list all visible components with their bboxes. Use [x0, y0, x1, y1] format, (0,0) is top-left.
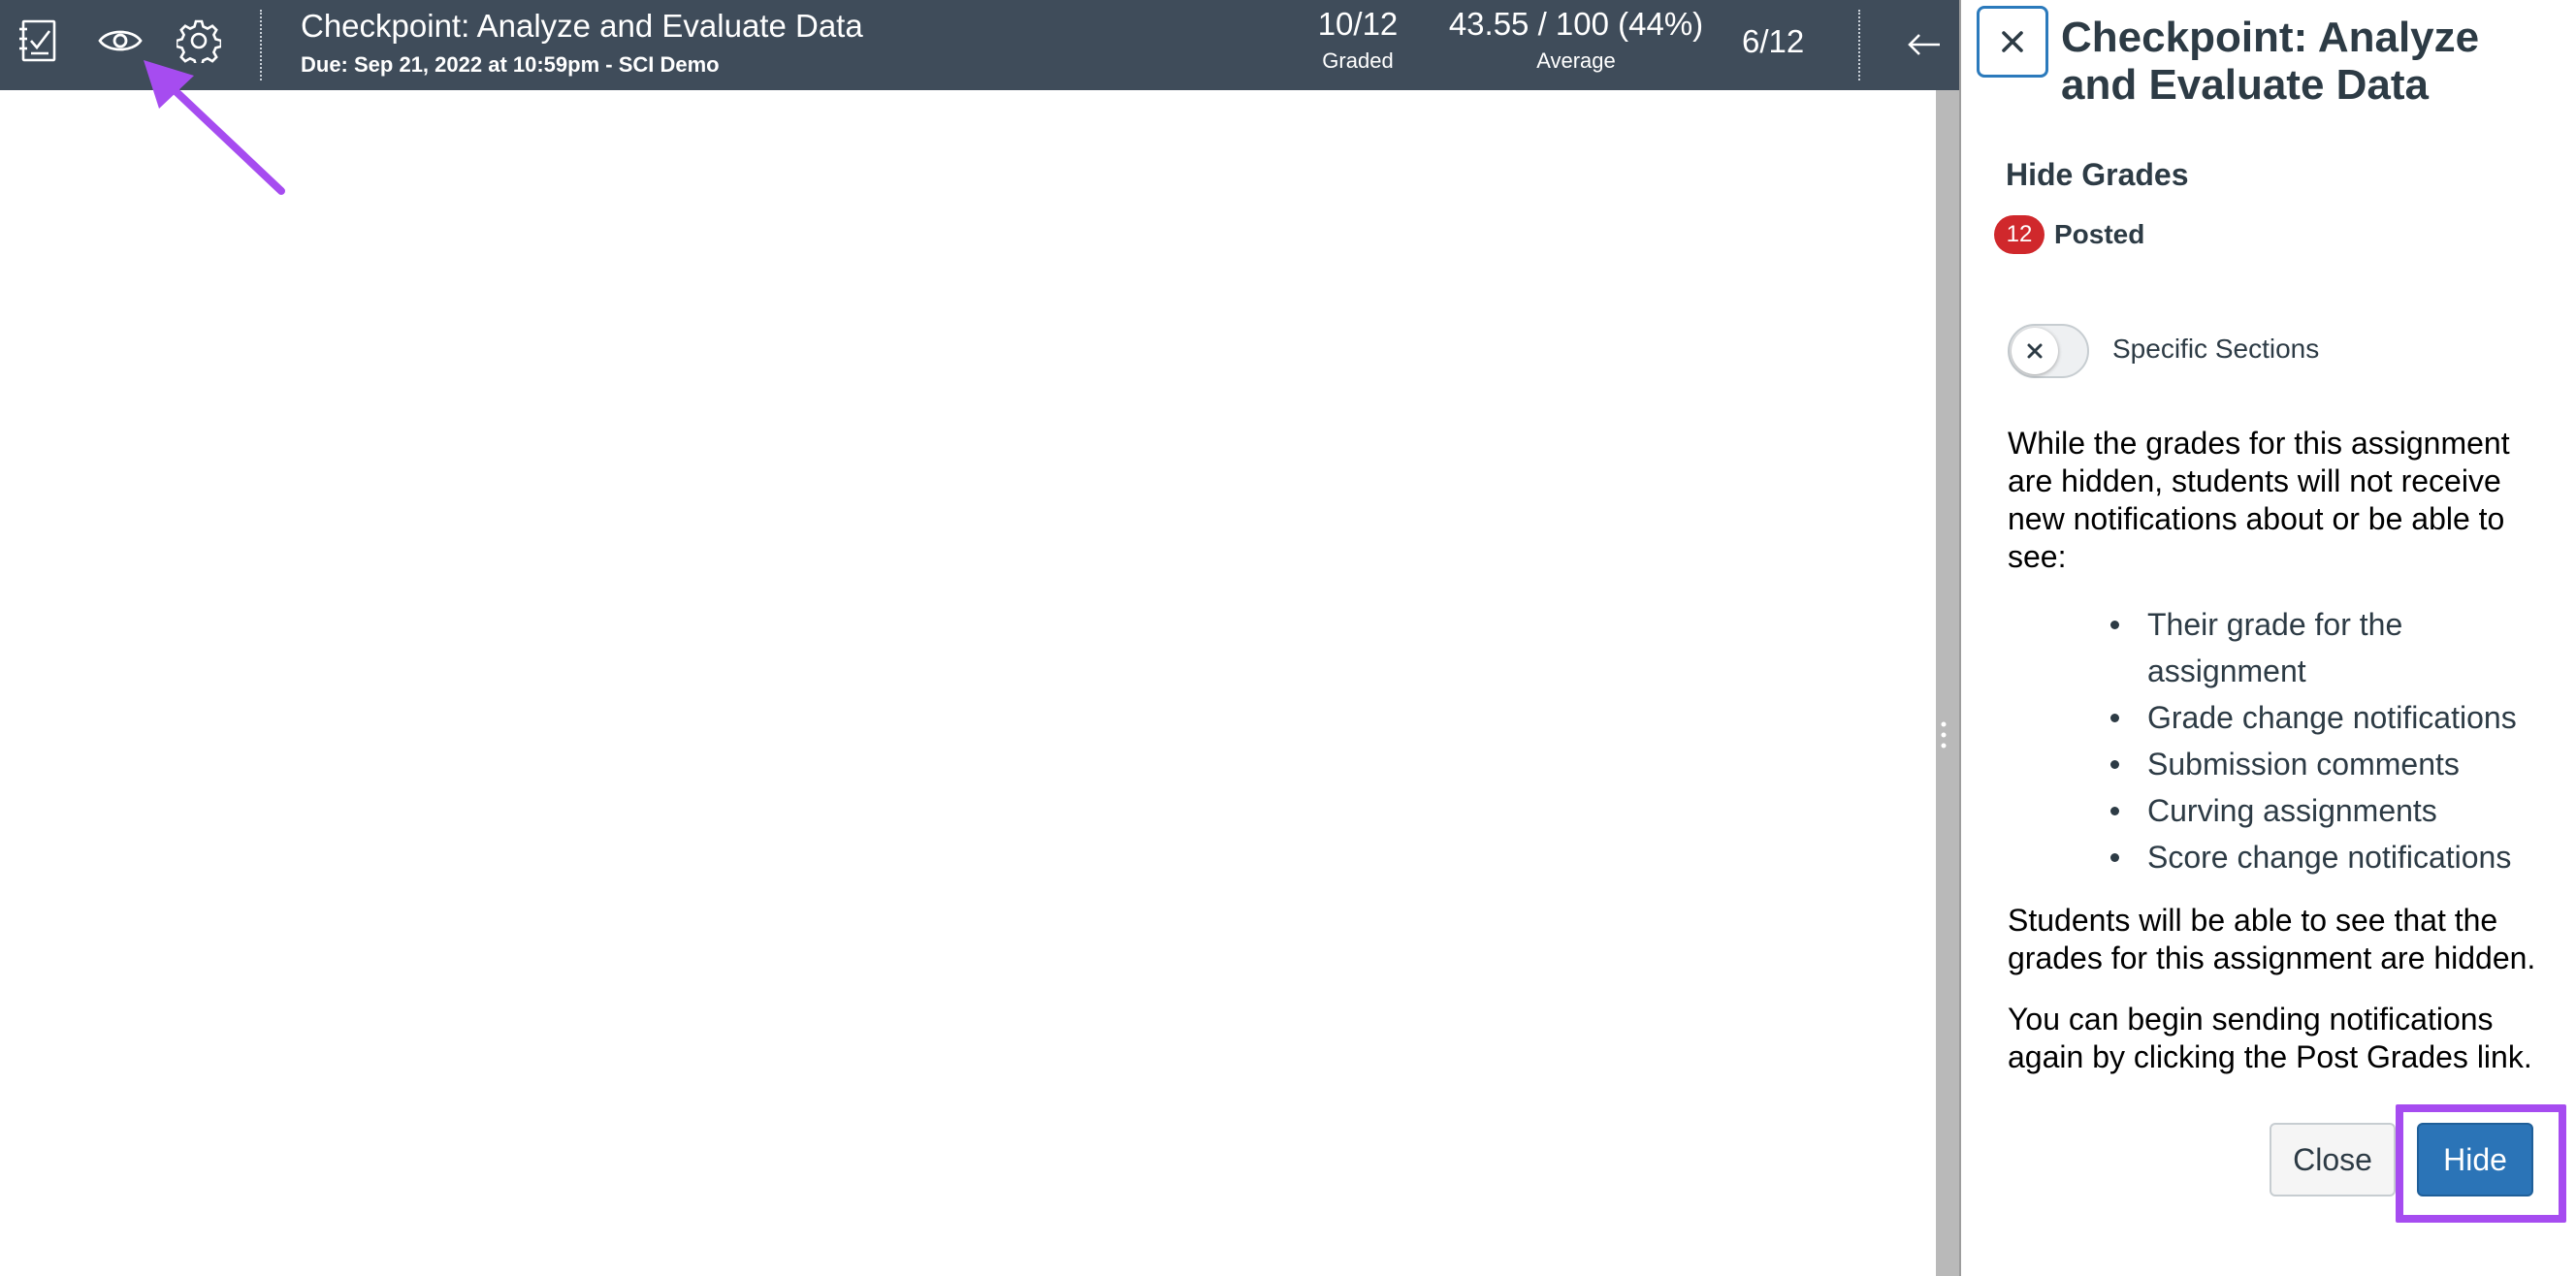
speedgrader-header: Checkpoint: Analyze and Evaluate Data Du…	[0, 0, 1959, 90]
tray-title: Checkpoint: Analyze and Evaluate Data	[2061, 14, 2480, 110]
specific-sections-toggle[interactable]	[2008, 324, 2089, 378]
specific-sections-label: Specific Sections	[2112, 334, 2320, 364]
header-divider-right	[1858, 10, 1860, 80]
close-button[interactable]: Close	[2270, 1123, 2396, 1196]
graded-stat: 10/12 Graded	[1309, 6, 1406, 74]
assignment-due-info: Due: Sep 21, 2022 at 10:59pm - SCI Demo	[301, 52, 720, 77]
list-item: Grade change notifications	[2110, 694, 2553, 741]
student-position: 6/12	[1742, 23, 1805, 59]
list-item: Their grade for the assignment	[2110, 601, 2553, 694]
graded-label: Graded	[1322, 48, 1394, 73]
close-icon[interactable]	[1977, 6, 2048, 78]
hidden-items-list: Their grade for the assignment Grade cha…	[2110, 601, 2553, 880]
hidden-status-note: Students will be able to see that the gr…	[2008, 903, 2536, 975]
hide-grades-heading: Hide Grades	[2006, 157, 2189, 192]
posted-status: 12 Posted	[1994, 215, 2144, 254]
gradebook-icon[interactable]	[16, 17, 62, 64]
header-divider	[260, 10, 262, 80]
arrow-left-icon[interactable]	[1901, 21, 1948, 68]
panel-resizer[interactable]	[1936, 90, 1959, 1276]
list-item: Curving assignments	[2110, 787, 2553, 834]
hide-button[interactable]: Hide	[2417, 1123, 2533, 1196]
average-value: 43.55 / 100 (44%)	[1448, 6, 1704, 42]
average-label: Average	[1536, 48, 1616, 73]
hidden-grades-intro: While the grades for this assignment are…	[2008, 426, 2510, 574]
hide-grades-tray: Checkpoint: Analyze and Evaluate Data Hi…	[1961, 0, 2576, 1276]
list-item: Submission comments	[2110, 741, 2553, 787]
posted-count-badge: 12	[1994, 215, 2045, 254]
eye-icon[interactable]	[97, 17, 144, 64]
assignment-title[interactable]: Checkpoint: Analyze and Evaluate Data	[301, 8, 863, 45]
toggle-off-icon	[2012, 328, 2058, 374]
resize-grip-icon[interactable]	[1936, 711, 1959, 759]
posted-label: Posted	[2054, 219, 2145, 249]
post-grades-note: You can begin sending notifications agai…	[2008, 1002, 2532, 1074]
graded-value: 10/12	[1317, 6, 1399, 42]
gear-icon[interactable]	[176, 17, 222, 64]
average-stat: 43.55 / 100 (44%) Average	[1445, 6, 1707, 74]
list-item: Score change notifications	[2110, 834, 2553, 880]
